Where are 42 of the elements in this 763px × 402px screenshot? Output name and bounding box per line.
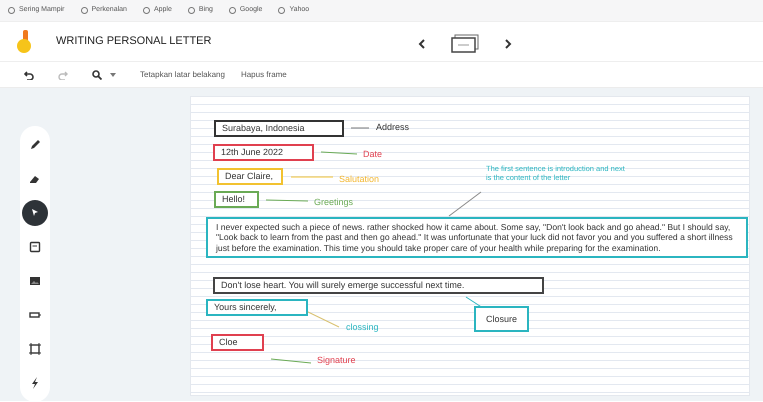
- image-icon: [28, 274, 42, 288]
- letter-text-box: Cloe: [211, 334, 264, 351]
- toolbar-button[interactable]: Hapus frame: [240, 68, 287, 80]
- annotation-label: Address: [376, 122, 410, 132]
- leader-line: [320, 152, 358, 154]
- letter-text-box: Hello!: [214, 191, 259, 208]
- site-icon: [80, 7, 88, 14]
- next-icon[interactable]: [504, 39, 512, 49]
- site-icon: [228, 7, 236, 14]
- document-title: WRITING PERSONAL LETTER: [56, 34, 212, 50]
- annotation-label: Date: [363, 149, 382, 160]
- site-icon: [142, 7, 150, 14]
- letter-text-box: 12th June 2022: [213, 144, 314, 161]
- previous-icon[interactable]: [418, 39, 426, 49]
- leader-line: [266, 200, 308, 202]
- site-icon: [278, 7, 286, 14]
- letter-text-box: Don't lose heart. You will surely emerge successful next time.: [213, 277, 544, 294]
- annotation-label: Salutation: [339, 174, 380, 184]
- zoom-icon[interactable]: [92, 70, 102, 80]
- letter-text-box: Surabaya, Indonesia: [214, 120, 344, 137]
- logo-icon: [16, 30, 32, 54]
- leader-line: [270, 358, 312, 364]
- toolbar-button[interactable]: Tetapkan latar belakang: [140, 68, 225, 80]
- leader-line: [306, 310, 340, 328]
- frames-icon[interactable]: [450, 34, 480, 54]
- leader-line: [448, 192, 482, 216]
- undo-icon[interactable]: [24, 70, 34, 80]
- caret-icon[interactable]: [110, 72, 116, 76]
- letter-text-box: Dear Claire,: [217, 168, 283, 185]
- letter-text-box: I never expected such a piece of news. rather shocked how it came about. Some say, "Don't look back and go ahead." But I should say, "Look back to learn from the past and then go ahead." It was unfortunate that your luck did not favor you and you suffered a short illness just before the examination. This time you should take proper care of your health while preparing for the examination.: [206, 217, 748, 258]
- site-icon: [8, 7, 15, 14]
- leader-line: [290, 176, 334, 178]
- select-tool[interactable]: [22, 200, 48, 226]
- annotation-label: Greetings: [314, 197, 354, 208]
- frame-icon: [28, 342, 42, 356]
- site-icon: [188, 7, 195, 14]
- annotation-label: clossing: [346, 322, 379, 332]
- annotation-box: Closure: [474, 306, 530, 332]
- pen-icon: [28, 138, 42, 152]
- letter-text-box: Yours sincerely,: [206, 299, 308, 316]
- note-icon: [28, 240, 42, 254]
- annotation-label: Signature: [317, 355, 356, 366]
